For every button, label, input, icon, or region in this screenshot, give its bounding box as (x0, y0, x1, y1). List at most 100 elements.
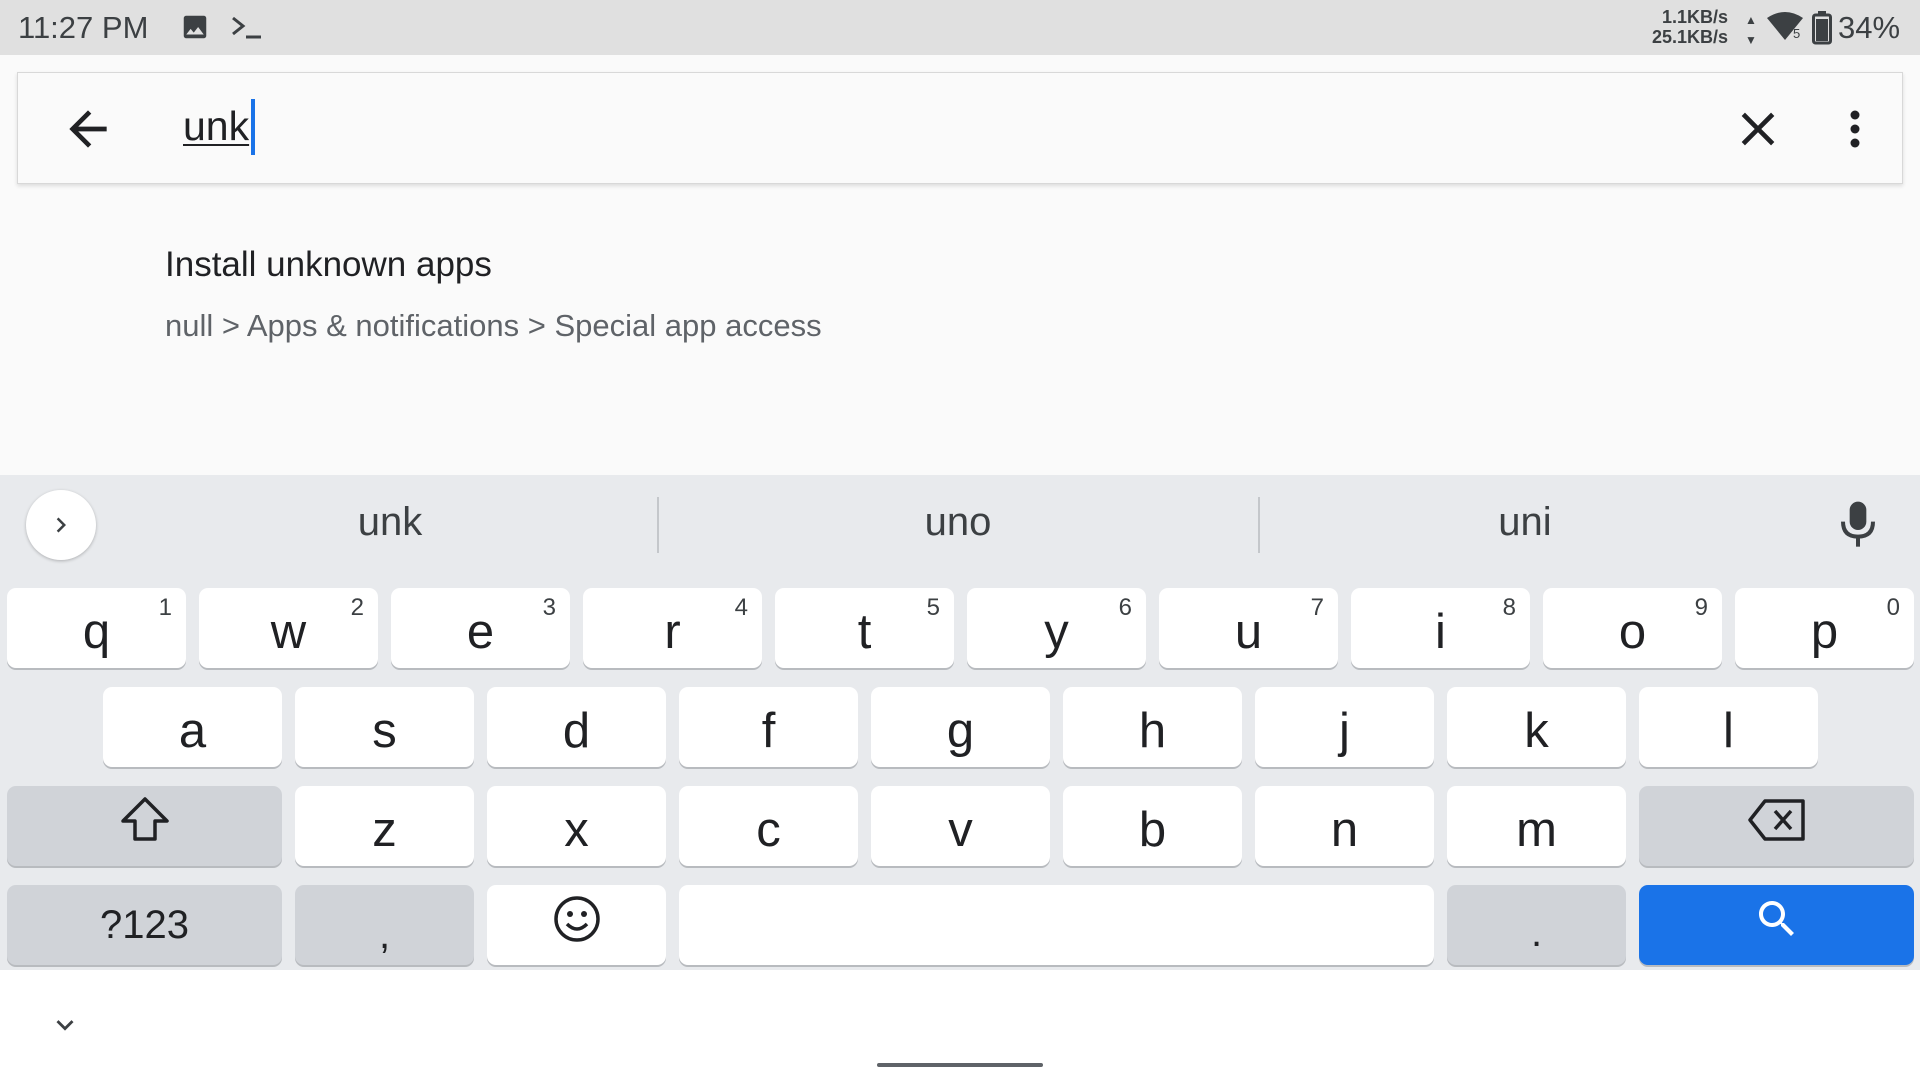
key-o[interactable]: 9o (1543, 588, 1722, 668)
more-vert-icon[interactable] (1840, 101, 1870, 157)
key-y[interactable]: 6y (967, 588, 1146, 668)
suggestion-strip: unk uno uni (0, 475, 1920, 575)
key-label: r (664, 605, 681, 659)
key-g[interactable]: g (871, 687, 1050, 767)
key-d[interactable]: d (487, 687, 666, 767)
search-bar: unk (17, 72, 1903, 184)
key-hint: 1 (158, 594, 172, 621)
backspace-icon (1747, 797, 1807, 855)
key-label: f (761, 704, 776, 758)
emoji-key[interactable] (487, 885, 666, 965)
key-k[interactable]: k (1447, 687, 1626, 767)
divider (657, 497, 659, 553)
key-label: k (1524, 704, 1549, 758)
symbols-key[interactable]: ?123 (7, 885, 282, 965)
backspace-key[interactable] (1639, 786, 1914, 866)
key-a[interactable]: a (103, 687, 282, 767)
key-label: , (378, 912, 391, 957)
key-hint: 4 (734, 594, 748, 621)
suggestion-3[interactable]: uni (1375, 500, 1675, 545)
key-label: . (1530, 910, 1543, 955)
key-label: c (756, 803, 781, 857)
key-label: l (1723, 704, 1734, 758)
divider (1258, 497, 1260, 553)
search-result-item[interactable]: Install unknown apps null > Apps & notif… (0, 215, 1920, 385)
key-hint: 6 (1118, 594, 1132, 621)
wifi-icon: 5 (1766, 12, 1804, 47)
key-label: g (946, 704, 975, 758)
comma-key[interactable]: , (295, 885, 474, 965)
key-l[interactable]: l (1639, 687, 1818, 767)
key-label: t (857, 605, 872, 659)
key-hint: 9 (1694, 594, 1708, 621)
key-label: b (1138, 803, 1167, 857)
battery-percent: 34% (1838, 10, 1901, 45)
key-label: w (270, 605, 307, 659)
key-label: z (372, 803, 397, 857)
terminal-icon (230, 12, 264, 47)
key-s[interactable]: s (295, 687, 474, 767)
key-label: q (82, 605, 111, 659)
key-r[interactable]: 4r (583, 588, 762, 668)
back-arrow-icon[interactable] (60, 101, 116, 157)
key-hint: 3 (542, 594, 556, 621)
key-hint: 0 (1886, 594, 1900, 621)
key-label: y (1044, 605, 1069, 659)
key-n[interactable]: n (1255, 786, 1434, 866)
key-label: h (1138, 704, 1167, 758)
key-label: j (1339, 704, 1350, 758)
key-j[interactable]: j (1255, 687, 1434, 767)
suggestion-1[interactable]: unk (240, 500, 540, 545)
key-e[interactable]: 3e (391, 588, 570, 668)
suggestion-2[interactable]: uno (808, 500, 1108, 545)
key-v[interactable]: v (871, 786, 1050, 866)
key-p[interactable]: 0p (1735, 588, 1914, 668)
key-label: x (564, 803, 589, 857)
key-w[interactable]: 2w (199, 588, 378, 668)
key-u[interactable]: 7u (1159, 588, 1338, 668)
key-x[interactable]: x (487, 786, 666, 866)
download-arrow-icon: ▼ (1745, 33, 1757, 47)
status-time: 11:27 PM (18, 10, 149, 45)
search-icon (1753, 895, 1801, 955)
key-label: n (1330, 803, 1359, 857)
chevron-right-icon[interactable] (26, 490, 96, 560)
status-bar: 11:27 PM 1.1KB/s 25.1KB/s ▲ ▼ 5 34% (0, 0, 1920, 55)
key-label: o (1618, 605, 1647, 659)
chevron-down-icon[interactable] (48, 1008, 82, 1042)
shift-key[interactable] (7, 786, 282, 866)
key-m[interactable]: m (1447, 786, 1626, 866)
image-icon (180, 12, 210, 47)
key-z[interactable]: z (295, 786, 474, 866)
network-speed: 1.1KB/s 25.1KB/s (1652, 7, 1728, 47)
period-key[interactable]: . (1447, 885, 1626, 965)
key-h[interactable]: h (1063, 687, 1242, 767)
search-key[interactable] (1639, 885, 1914, 965)
emoji-icon (552, 894, 602, 956)
key-label: e (466, 605, 495, 659)
key-label: u (1234, 605, 1263, 659)
mic-icon[interactable] (1838, 500, 1878, 550)
key-i[interactable]: 8i (1351, 588, 1530, 668)
wifi-badge: 5 (1793, 26, 1800, 41)
result-breadcrumb: null > Apps & notifications > Special ap… (165, 308, 822, 343)
key-hint: 2 (350, 594, 364, 621)
space-key[interactable] (679, 885, 1434, 965)
close-icon[interactable] (1730, 101, 1786, 157)
search-input[interactable]: unk (183, 103, 249, 150)
key-q[interactable]: 1q (7, 588, 186, 668)
key-label: m (1516, 803, 1557, 857)
battery-icon (1812, 11, 1832, 50)
key-label: p (1810, 605, 1839, 659)
traffic-arrows: ▲ ▼ (1745, 10, 1757, 50)
key-f[interactable]: f (679, 687, 858, 767)
key-hint: 7 (1310, 594, 1324, 621)
text-caret (251, 99, 255, 155)
home-handle[interactable] (877, 1063, 1043, 1067)
navigation-bar (0, 970, 1920, 1080)
key-b[interactable]: b (1063, 786, 1242, 866)
key-hint: 8 (1502, 594, 1516, 621)
key-t[interactable]: 5t (775, 588, 954, 668)
key-c[interactable]: c (679, 786, 858, 866)
key-label: d (562, 704, 591, 758)
